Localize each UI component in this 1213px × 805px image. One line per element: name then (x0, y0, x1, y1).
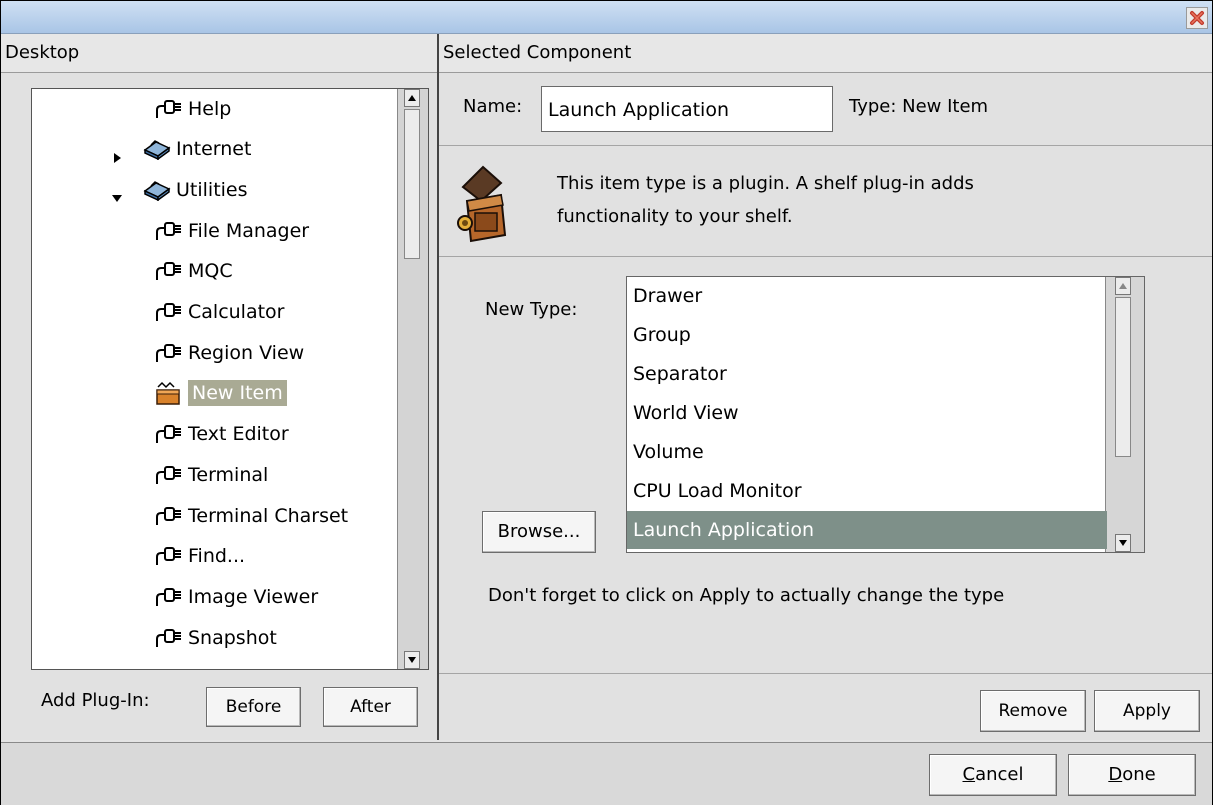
done-label-rest: one (1122, 764, 1156, 785)
tree-item-label: Text Editor (188, 423, 289, 446)
description-line-2: functionality to your shelf. (557, 206, 793, 227)
divider (439, 673, 1212, 674)
after-button[interactable]: After (323, 687, 418, 727)
shelf-editor-window: Desktop Help Internet Utilities File Manage… (0, 0, 1213, 805)
tree-item[interactable]: Snapshot (154, 620, 281, 654)
new-type-list[interactable]: Drawer Group Separator World View Volume CPU … (626, 276, 1145, 553)
description-line-1: This item type is a plugin. A shelf plug… (557, 173, 974, 194)
tree-item[interactable]: Image Viewer (154, 579, 322, 613)
divider (439, 145, 1212, 146)
plug-icon (154, 259, 188, 283)
desktop-tree[interactable]: Help Internet Utilities File Manager MQC Calc… (31, 88, 429, 670)
scroll-down-arrow-icon[interactable] (404, 651, 420, 669)
tree-item[interactable]: Utilities (112, 172, 252, 206)
tree-item[interactable]: New Item (154, 376, 287, 410)
cancel-mnemonic: C (962, 764, 976, 785)
tree-item-label: Help (188, 97, 232, 120)
tree-item[interactable]: Terminal (154, 457, 272, 491)
tree-scrollbar[interactable] (397, 89, 428, 669)
type-list-item[interactable]: Drawer (627, 277, 1107, 315)
type-list-item[interactable]: Launch Application (627, 511, 1107, 549)
folder-drawer-icon (142, 178, 176, 202)
done-mnemonic: D (1108, 764, 1123, 785)
divider (439, 256, 1212, 257)
tree-item-label: Internet (176, 138, 252, 161)
title-bar[interactable] (1, 1, 1212, 34)
type-list-item[interactable]: Volume (627, 433, 1107, 471)
plug-icon (154, 219, 188, 243)
scroll-up-arrow-icon[interactable] (1115, 277, 1131, 295)
desktop-panel: Desktop Help Internet Utilities File Manage… (1, 34, 439, 740)
name-label: Name: (463, 96, 523, 117)
scroll-down-arrow-icon[interactable] (1115, 534, 1131, 552)
plug-icon (154, 422, 188, 446)
tree-item[interactable]: Internet (114, 132, 255, 166)
plug-icon (154, 504, 188, 528)
type-list-item[interactable]: Group (627, 316, 1107, 354)
tree-item-label: Calculator (188, 301, 285, 323)
type-list-scrollbar[interactable] (1105, 277, 1144, 552)
plug-icon (154, 341, 188, 365)
cancel-label-rest: ancel (975, 764, 1024, 785)
tree-item[interactable]: Find... (154, 539, 249, 573)
plug-icon (154, 626, 188, 650)
type-label: Type: New Item (849, 96, 989, 117)
tree-item-label: New Item (188, 380, 287, 407)
close-icon[interactable] (1186, 7, 1208, 29)
tree-item-label: Image Viewer (188, 585, 319, 608)
tree-item[interactable]: Region View (154, 335, 308, 369)
folder-drawer-icon (142, 137, 176, 161)
plug-icon (154, 97, 188, 121)
plug-icon (154, 585, 188, 609)
done-button[interactable]: Done (1068, 754, 1196, 796)
tree-item[interactable]: Terminal Charset (154, 498, 352, 532)
type-list-scroll-thumb[interactable] (1115, 297, 1131, 457)
browse-button[interactable]: Browse... (482, 511, 596, 553)
plug-icon (154, 463, 188, 487)
plug-icon (154, 544, 188, 568)
desktop-header: Desktop (1, 34, 437, 73)
before-button[interactable]: Before (206, 687, 301, 727)
selected-component-header: Selected Component (439, 34, 1212, 73)
tree-item[interactable]: Text Editor (154, 417, 293, 451)
add-plugin-label: Add Plug-In: (41, 690, 150, 711)
tree-item[interactable]: MQC (154, 254, 237, 288)
remove-button[interactable]: Remove (980, 690, 1086, 732)
tree-item[interactable]: File Manager (154, 213, 313, 247)
type-list-item[interactable]: World View (627, 394, 1107, 432)
scroll-up-arrow-icon[interactable] (404, 89, 420, 107)
tree-item-label: Utilities (176, 178, 248, 201)
tree-item-label: Snapshot (188, 626, 277, 649)
tree-item[interactable]: Calculator (154, 295, 288, 329)
new-type-label: New Type: (485, 299, 578, 320)
tree-item-label: Find... (188, 545, 246, 568)
apply-hint: Don't forget to click on Apply to actual… (488, 585, 1005, 606)
apply-button[interactable]: Apply (1094, 690, 1200, 732)
plug-icon (154, 300, 188, 324)
collapsed-triangle-icon[interactable] (110, 142, 124, 163)
type-list-item[interactable]: CPU Load Monitor (627, 472, 1107, 510)
new-item-box-icon (154, 381, 188, 406)
expanded-triangle-icon[interactable] (110, 182, 124, 203)
tree-item-label: Terminal (188, 463, 269, 486)
tree-item-label: File Manager (188, 219, 310, 242)
tree-item[interactable]: Help (154, 91, 235, 125)
type-list-item[interactable]: Separator (627, 355, 1107, 393)
cancel-button[interactable]: Cancel (929, 754, 1057, 796)
name-field[interactable]: Launch Application (541, 86, 833, 132)
dialog-button-bar: Cancel Done (1, 742, 1212, 805)
tree-item-label: Region View (188, 341, 305, 364)
plugin-box-icon (453, 161, 525, 245)
tree-item-label: MQC (188, 260, 233, 283)
tree-item-label: Terminal Charset (188, 504, 349, 527)
tree-scroll-thumb[interactable] (404, 109, 420, 259)
